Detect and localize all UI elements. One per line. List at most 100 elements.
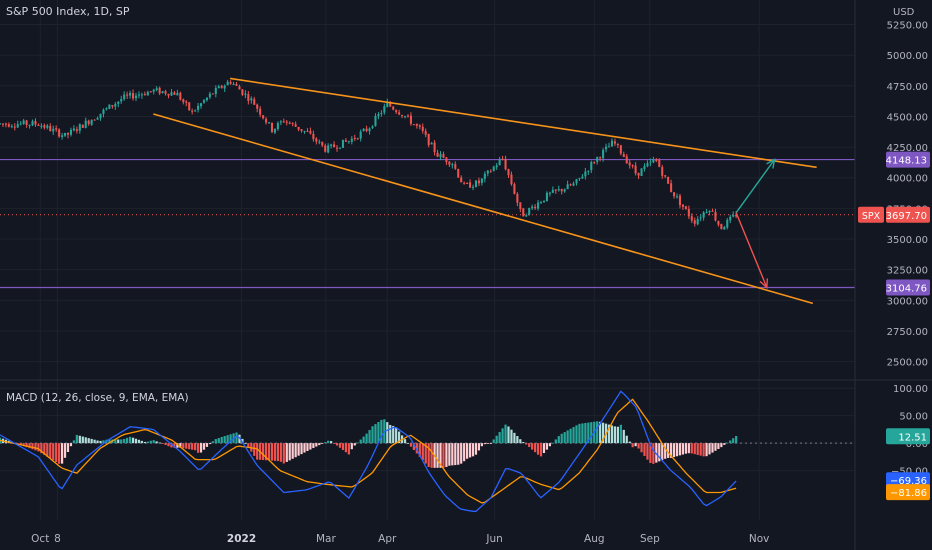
current-price-tag-symbol: SPX [862, 211, 881, 222]
candle-body [448, 161, 451, 165]
candle-body [16, 124, 19, 128]
price-tick-label: 2750.00 [887, 327, 928, 338]
candle-body [457, 169, 460, 178]
macd-histogram-bar [454, 443, 457, 466]
macd-histogram-bar [294, 443, 297, 458]
macd-histogram-bar [581, 423, 584, 444]
macd-histogram-bar [735, 436, 738, 444]
candle-body [504, 158, 507, 170]
candle-body [46, 125, 49, 128]
time-tick-label: Aug [584, 533, 605, 545]
macd-histogram-bar [60, 443, 64, 464]
candle-body [223, 85, 226, 89]
candle-body [667, 176, 670, 184]
macd-histogram-bar [297, 443, 300, 456]
candle-body [545, 192, 548, 201]
macd-histogram-bar [513, 432, 516, 444]
macd-histogram-bar [196, 443, 200, 453]
macd-histogram-bar [244, 443, 247, 444]
candle-body [64, 132, 67, 136]
candle-body [303, 130, 306, 132]
macd-histogram-bar [675, 443, 679, 457]
candle-body [424, 131, 427, 135]
candle-body [208, 93, 211, 98]
macd-histogram-bar [563, 432, 566, 444]
macd-histogram-bar [90, 438, 93, 444]
macd-histogram-bar [99, 440, 102, 444]
macd-hist-tag: 12.51 [886, 428, 930, 445]
macd-histogram-bar [504, 424, 507, 444]
macd-histogram-bar [480, 443, 484, 447]
candle-body [401, 115, 404, 117]
candle-body [619, 145, 622, 154]
macd-histogram-bar [711, 443, 714, 453]
macd-histogram-bar [560, 433, 563, 444]
candle-body [711, 210, 714, 212]
macd-histogram-bar [152, 440, 155, 444]
macd-histogram-bar [445, 443, 448, 467]
macd-histogram-bar [634, 443, 637, 447]
candle-body [241, 89, 244, 95]
macd-histogram-bar [652, 443, 655, 464]
candle-body [726, 219, 729, 228]
candle-body [646, 163, 649, 167]
candle-body [377, 114, 380, 117]
candle-body [338, 147, 342, 149]
candle-body [418, 125, 421, 127]
candle-body [371, 126, 374, 128]
candle-body [238, 86, 241, 90]
candle-body [492, 166, 495, 171]
chart[interactable]: 2500.002750.003000.003250.003500.003750.… [0, 0, 932, 550]
candle-body [7, 124, 10, 127]
candle-body [161, 91, 164, 93]
candle-body [643, 166, 646, 169]
candle-body [525, 215, 528, 217]
candle-body [194, 110, 197, 112]
candle-body [0, 123, 2, 125]
candle-body [102, 109, 105, 114]
macd-histogram-bar [489, 443, 492, 444]
macd-histogram-bar [202, 443, 206, 450]
macd-histogram-bar [460, 443, 463, 464]
macd-histogram-bar [507, 426, 510, 444]
macd-histogram-bar [519, 439, 522, 444]
macd-histogram-bar [516, 436, 519, 444]
macd-histogram-bar [208, 443, 212, 445]
macd-histogram-bar [590, 422, 593, 444]
macd-histogram-bar [87, 438, 90, 444]
macd-histogram-bar [338, 443, 342, 448]
macd-histogram-bar [58, 443, 61, 464]
candle-body [120, 99, 123, 102]
candle-body [469, 182, 472, 188]
candle-body [513, 184, 516, 194]
macd-histogram-bar [610, 425, 614, 444]
macd-histogram-bar [347, 443, 350, 455]
candle-body [368, 128, 371, 132]
macd-histogram-bar [78, 435, 81, 444]
macd-histogram-bar [256, 443, 259, 460]
candle-body [69, 129, 72, 135]
candle-body [374, 115, 377, 126]
candle-body [81, 124, 84, 128]
candle-body [673, 192, 676, 197]
price-tick-label: 4000.00 [887, 174, 928, 185]
macd-histogram-bar [96, 440, 99, 444]
time-tick-label: Oct [31, 533, 49, 545]
macd-title: MACD (12, 26, close, 9, EMA, EMA) [6, 392, 189, 404]
candle-body [625, 156, 628, 164]
macd-histogram-bar [72, 440, 76, 444]
candle-body [117, 101, 120, 104]
candle-body [282, 121, 285, 123]
candle-body [37, 125, 40, 127]
candle-body [43, 125, 46, 128]
macd-histogram-bar [270, 443, 274, 461]
macd-histogram-bar [205, 443, 209, 447]
candle-body [590, 162, 593, 171]
candle-body [4, 123, 7, 125]
candle-body [149, 91, 152, 93]
candle-body [495, 165, 498, 168]
macd-histogram-bar [324, 442, 327, 444]
candle-body [421, 126, 424, 132]
time-tick-label: Nov [749, 533, 770, 545]
candle-body [40, 125, 43, 127]
